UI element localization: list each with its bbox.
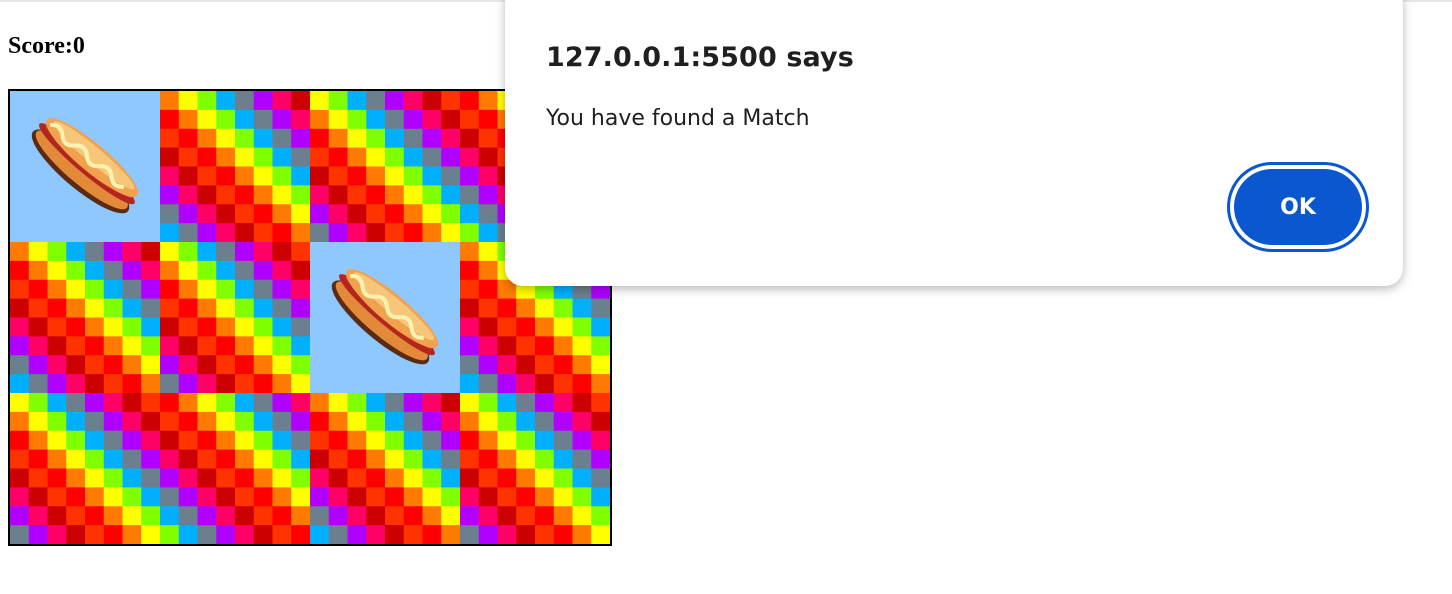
card-back-pattern — [10, 393, 160, 544]
card-face-down[interactable] — [460, 393, 610, 544]
hotdog-icon — [331, 269, 439, 365]
card-back-pattern — [460, 393, 610, 544]
card-back-pattern — [160, 393, 310, 544]
card-back-pattern — [160, 242, 310, 393]
dialog-title: 127.0.0.1:5500 says — [546, 42, 854, 73]
card-back-pattern — [310, 91, 460, 242]
card-face-down[interactable] — [310, 91, 460, 242]
card-face-up[interactable] — [10, 91, 160, 242]
card-face-down[interactable] — [10, 393, 160, 544]
hotdog-icon — [31, 118, 139, 214]
ok-button[interactable]: OK — [1234, 169, 1362, 245]
card-face-down[interactable] — [160, 91, 310, 242]
card-face-up[interactable] — [310, 242, 460, 393]
card-face-down[interactable] — [10, 242, 160, 393]
card-back-pattern — [310, 393, 460, 544]
score-label: Score:0 — [8, 33, 85, 59]
alert-dialog: 127.0.0.1:5500 says You have found a Mat… — [505, 0, 1403, 286]
card-back-pattern — [160, 91, 310, 242]
dialog-message: You have found a Match — [546, 106, 810, 131]
card-face-down[interactable] — [160, 393, 310, 544]
ok-button-focus-ring: OK — [1227, 162, 1369, 252]
card-face-down[interactable] — [160, 242, 310, 393]
card-back-pattern — [10, 242, 160, 393]
card-face-down[interactable] — [310, 393, 460, 544]
